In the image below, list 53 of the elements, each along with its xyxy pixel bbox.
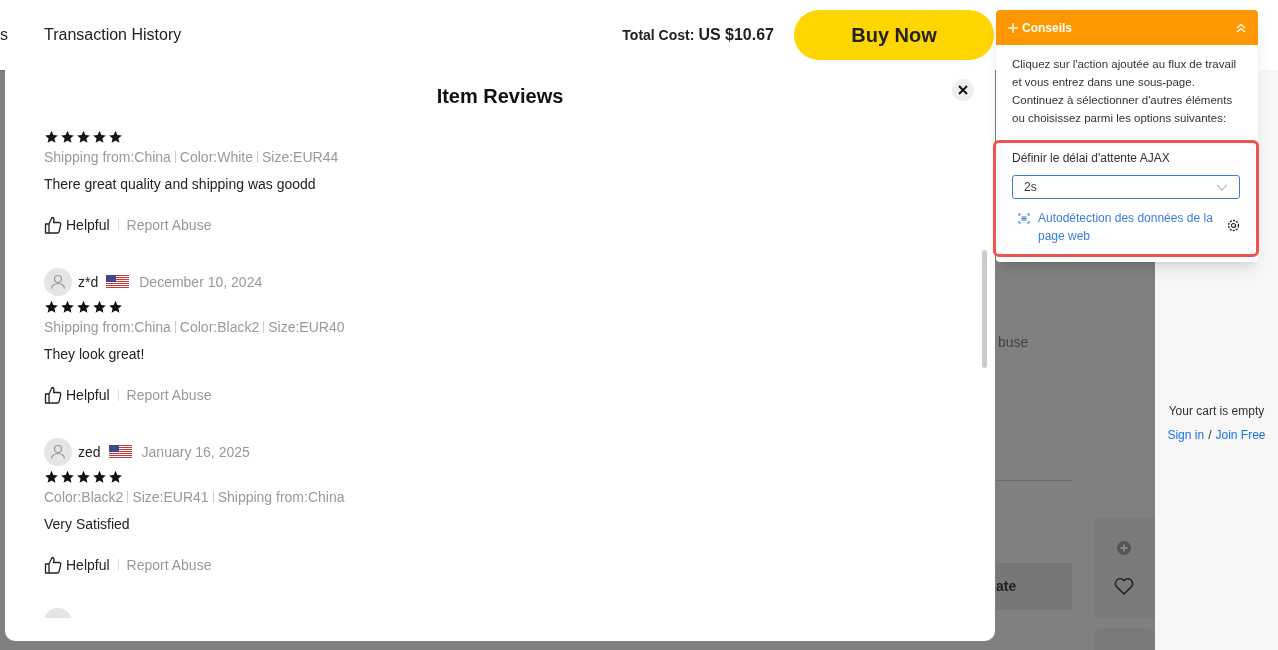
scan-icon [1018, 213, 1030, 224]
tips-description: Cliquez sur l'action ajoutée au flux de travail et vous entrez dans une sous-page. Continuez à sélectionner d'autres éléments ou choisissez parmi les options suivantes: [1011, 57, 1237, 126]
scrollbar-thumb[interactable] [982, 250, 987, 368]
floating-action-card [1094, 628, 1155, 650]
thumbs-up-icon [44, 386, 62, 404]
review-text: Very Satisfied [44, 515, 131, 534]
review-attribute: Size:EUR44 [262, 147, 339, 167]
review-attribute: Color:White [179, 147, 253, 167]
collapse-button[interactable] [1236, 22, 1246, 33]
review-attribute: Size:EUR40 [268, 317, 345, 337]
review-date: January 16, 2025 [141, 442, 250, 462]
heart-icon[interactable] [1114, 577, 1134, 595]
review-attribute: Color:Black2 [179, 317, 260, 337]
reviewer-name: zed [78, 442, 101, 462]
total-cost-value: US $10.67 [698, 25, 774, 45]
review-attribute: Shipping from:China [44, 317, 171, 337]
chevron-down-icon [1216, 183, 1228, 191]
plus-circle-icon[interactable] [1117, 541, 1131, 555]
separator: / [1208, 427, 1212, 444]
review-attribute: Color:Black2 [44, 487, 124, 507]
cart-empty-message: Your cart is empty [1168, 403, 1265, 420]
auto-detect-link[interactable]: Autodétection des données de la page web [1038, 209, 1219, 245]
flag-icon [106, 275, 130, 289]
thumbs-up-icon [44, 556, 62, 574]
buy-now-button[interactable]: Buy Now [794, 10, 994, 60]
ajax-timeout-label: Définir le délai d'attente AJAX [1012, 150, 1171, 167]
join-free-link[interactable]: Join Free [1215, 426, 1266, 444]
total-cost-label: Total Cost: [622, 25, 695, 45]
review-text: They look great! [44, 345, 146, 364]
nav-link[interactable]: s [0, 23, 8, 47]
nav-link[interactable]: Transaction History [44, 23, 182, 47]
thumbs-up-icon [44, 216, 62, 234]
select-value: 2s [1024, 179, 1037, 196]
helpful-button[interactable]: Helpful [44, 554, 110, 576]
sign-in-link[interactable]: Sign in [1167, 426, 1205, 444]
column-header: ate [996, 577, 1017, 596]
close-button[interactable] [952, 79, 974, 101]
dialog-title: Item Reviews [435, 84, 565, 109]
close-icon [958, 85, 968, 95]
settings-icon[interactable] [1227, 219, 1240, 232]
helpful-button[interactable]: Helpful [44, 384, 110, 406]
double-chevron-up-icon [1236, 22, 1246, 33]
review-date: December 10, 2024 [139, 272, 263, 292]
ajax-timeout-select[interactable]: 2s [1012, 175, 1240, 199]
flag-icon [108, 445, 132, 459]
plus-icon [1008, 22, 1018, 33]
review-attribute: Size:EUR41 [132, 487, 209, 507]
helpful-button[interactable]: Helpful [44, 214, 110, 236]
review-text: There great quality and shipping was goodd [44, 175, 317, 194]
tips-title: Conseils [1022, 19, 1072, 37]
review-attribute: Shipping from:China [217, 487, 345, 507]
reviewer-name: z*d [78, 272, 99, 292]
review-attribute: Shipping from:China [44, 147, 171, 167]
